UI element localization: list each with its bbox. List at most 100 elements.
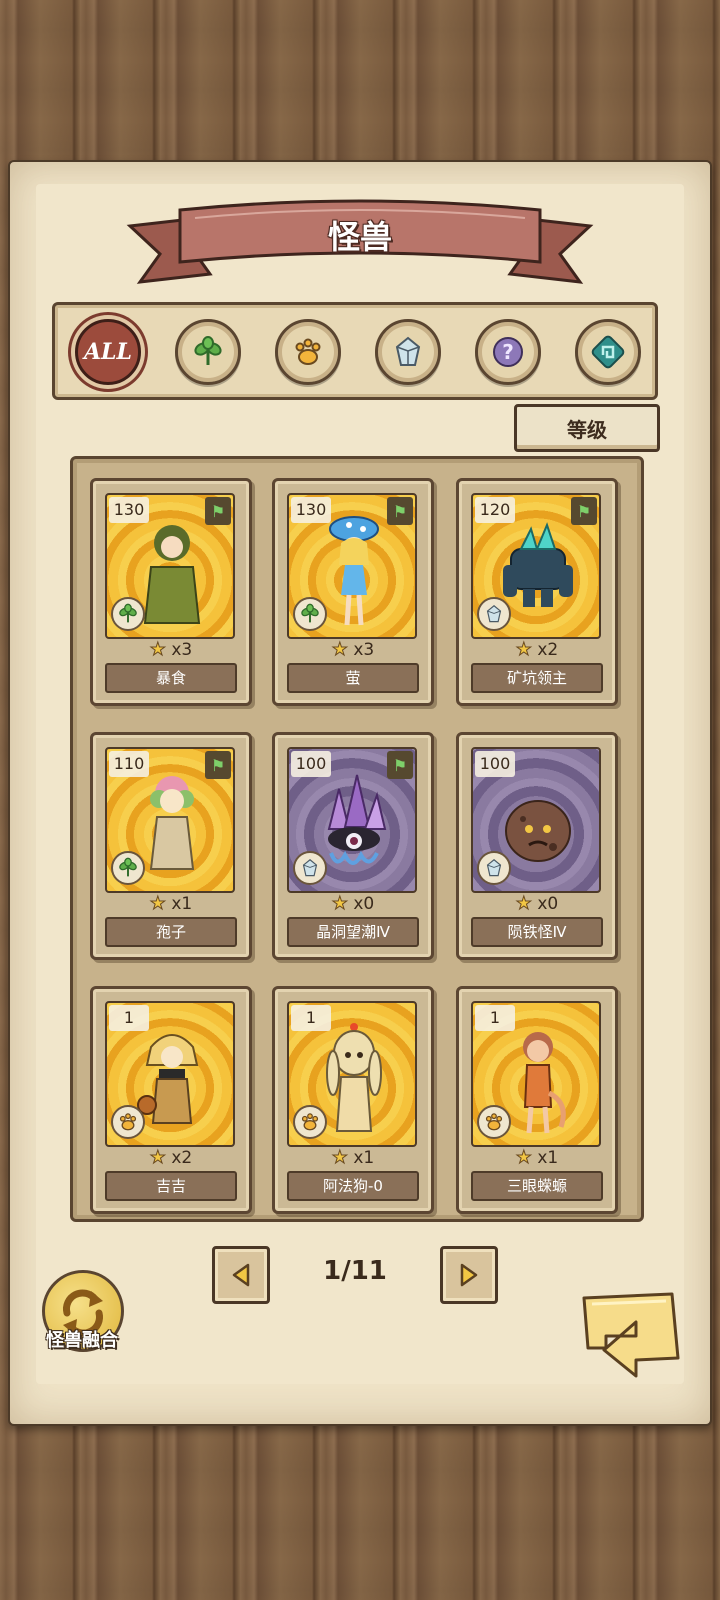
back-button[interactable] bbox=[576, 1288, 686, 1380]
leaf-icon bbox=[111, 851, 145, 885]
star-count-value: x1 bbox=[537, 1148, 559, 1168]
sort-label: 等级 bbox=[567, 417, 607, 442]
monster-level: 1 bbox=[291, 1005, 331, 1031]
monster-card[interactable]: 130 ⚑ ★ x3 暴食 bbox=[90, 478, 252, 706]
star-icon: ★ bbox=[515, 639, 532, 661]
svg-text:?: ? bbox=[502, 340, 514, 364]
fusion-label: 怪兽融合 bbox=[46, 1330, 118, 1351]
star-count-value: x0 bbox=[353, 894, 375, 914]
star-icon: ★ bbox=[515, 893, 532, 915]
monster-card[interactable]: 1 ★ x2 吉吉 bbox=[90, 986, 252, 1214]
filter-special-button[interactable] bbox=[575, 319, 641, 385]
monster-portrait: 120 ⚑ bbox=[471, 493, 601, 639]
monster-level: 100 bbox=[291, 751, 331, 777]
star-icon: ★ bbox=[149, 639, 166, 661]
monster-portrait: 1 bbox=[287, 1001, 417, 1147]
monster-card[interactable]: 100 ⚑ ★ x0 晶洞望潮Ⅳ bbox=[272, 732, 434, 960]
star-count-value: x2 bbox=[537, 640, 559, 660]
star-count-value: x3 bbox=[353, 640, 375, 660]
monster-figure bbox=[319, 1023, 389, 1139]
monster-level: 100 bbox=[475, 751, 515, 777]
page-title: 怪兽 bbox=[327, 218, 392, 256]
monster-name: 晶洞望潮Ⅳ bbox=[287, 917, 419, 947]
monster-portrait: 130 ⚑ bbox=[287, 493, 417, 639]
monster-figure bbox=[503, 515, 573, 631]
star-count: ★ x3 bbox=[275, 639, 431, 661]
monster-card[interactable]: 100 ★ x0 陨铁怪Ⅳ bbox=[456, 732, 618, 960]
monster-card[interactable]: 120 ⚑ ★ x2 矿坑领主 bbox=[456, 478, 618, 706]
monster-level: 130 bbox=[291, 497, 331, 523]
filter-all-label: ALL bbox=[83, 339, 132, 365]
star-icon: ★ bbox=[331, 1147, 348, 1169]
star-icon: ★ bbox=[149, 1147, 166, 1169]
monster-portrait: 100 bbox=[471, 747, 601, 893]
star-count: ★ x0 bbox=[459, 893, 615, 915]
type-filter-bar: ALL ? bbox=[52, 302, 658, 400]
star-count: ★ x3 bbox=[93, 639, 249, 661]
monster-card[interactable]: 110 ⚑ ★ x1 孢子 bbox=[90, 732, 252, 960]
monster-portrait: 100 ⚑ bbox=[287, 747, 417, 893]
monster-name: 陨铁怪Ⅳ bbox=[471, 917, 603, 947]
monster-card[interactable]: 1 ★ x1 阿法狗-0 bbox=[272, 986, 434, 1214]
back-arrow-icon bbox=[582, 1292, 680, 1378]
crystal-icon bbox=[477, 851, 511, 885]
monster-portrait: 1 bbox=[471, 1001, 601, 1147]
crystal-icon bbox=[477, 597, 511, 631]
monster-figure bbox=[503, 1023, 573, 1139]
sort-level-button[interactable]: 等级 bbox=[514, 404, 660, 452]
spiral-icon bbox=[591, 335, 625, 369]
monster-figure bbox=[319, 769, 389, 885]
flag-icon: ⚑ bbox=[205, 497, 231, 525]
crystal-icon bbox=[293, 851, 327, 885]
question-icon: ? bbox=[493, 337, 523, 367]
leaf-icon bbox=[194, 336, 222, 365]
flag-icon: ⚑ bbox=[571, 497, 597, 525]
monster-name: 孢子 bbox=[105, 917, 237, 947]
monster-level: 1 bbox=[475, 1005, 515, 1031]
monster-fusion-button[interactable]: 怪兽融合 bbox=[34, 1270, 130, 1366]
flag-icon: ⚑ bbox=[387, 751, 413, 779]
monster-figure bbox=[137, 515, 207, 631]
monster-name: 三眼蝾螈 bbox=[471, 1171, 603, 1201]
star-count: ★ x0 bbox=[275, 893, 431, 915]
filter-all-button[interactable]: ALL bbox=[75, 319, 141, 385]
star-count: ★ x1 bbox=[275, 1147, 431, 1169]
filter-beast-button[interactable] bbox=[275, 319, 341, 385]
monster-card[interactable]: 130 ⚑ ★ x3 萤 bbox=[272, 478, 434, 706]
monster-figure bbox=[319, 515, 389, 631]
monster-level: 130 bbox=[109, 497, 149, 523]
monster-name: 矿坑领主 bbox=[471, 663, 603, 693]
paw-icon bbox=[477, 1105, 511, 1139]
filter-unknown-button[interactable]: ? bbox=[475, 319, 541, 385]
star-count-value: x1 bbox=[171, 894, 193, 914]
star-icon: ★ bbox=[515, 1147, 532, 1169]
prev-page-button[interactable] bbox=[212, 1246, 270, 1304]
filter-mineral-button[interactable] bbox=[375, 319, 441, 385]
paw-icon bbox=[293, 1105, 327, 1139]
monster-portrait: 130 ⚑ bbox=[105, 493, 235, 639]
monster-name: 暴食 bbox=[105, 663, 237, 693]
crystal-icon bbox=[395, 336, 421, 366]
flag-icon: ⚑ bbox=[387, 497, 413, 525]
page-indicator: 1/11 bbox=[323, 1256, 387, 1286]
star-count: ★ x2 bbox=[459, 639, 615, 661]
monster-card[interactable]: 1 ★ x1 三眼蝾螈 bbox=[456, 986, 618, 1214]
star-count-value: x3 bbox=[171, 640, 193, 660]
star-count-value: x2 bbox=[171, 1148, 193, 1168]
star-count-value: x0 bbox=[537, 894, 559, 914]
monster-figure bbox=[503, 769, 573, 885]
flag-icon: ⚑ bbox=[205, 751, 231, 779]
monster-name: 吉吉 bbox=[105, 1171, 237, 1201]
star-icon: ★ bbox=[331, 893, 348, 915]
monster-portrait: 110 ⚑ bbox=[105, 747, 235, 893]
star-count-value: x1 bbox=[353, 1148, 375, 1168]
star-icon: ★ bbox=[331, 639, 348, 661]
next-page-button[interactable] bbox=[440, 1246, 498, 1304]
paw-icon bbox=[295, 338, 321, 365]
monster-name: 阿法狗-0 bbox=[287, 1171, 419, 1201]
monster-level: 110 bbox=[109, 751, 149, 777]
arrow-left-icon bbox=[232, 1263, 250, 1287]
filter-plant-button[interactable] bbox=[175, 319, 241, 385]
monster-level: 1 bbox=[109, 1005, 149, 1031]
monster-portrait: 1 bbox=[105, 1001, 235, 1147]
